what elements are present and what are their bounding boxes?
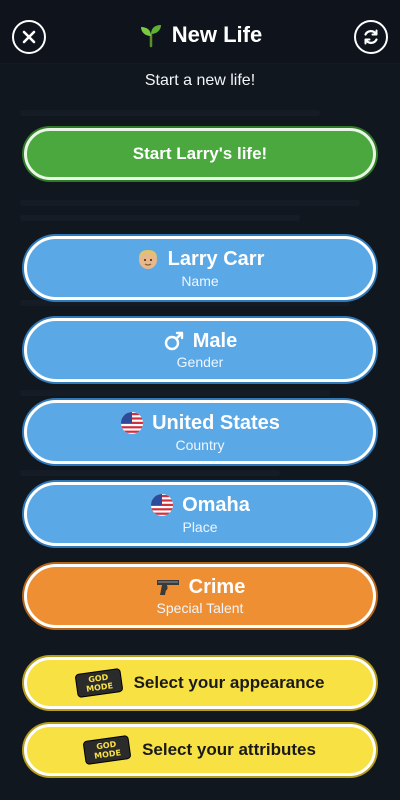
place-caption: Place <box>182 519 218 535</box>
us-flag-icon <box>150 493 174 517</box>
start-life-label: Start Larry's life! <box>132 144 268 163</box>
randomize-button[interactable] <box>354 20 388 54</box>
talent-caption: Special Talent <box>156 600 244 616</box>
place-value: Omaha <box>182 494 250 516</box>
sprout-icon <box>138 22 164 48</box>
select-appearance-label: Select your appearance <box>133 673 325 692</box>
country-caption: Country <box>175 437 225 453</box>
start-life-button[interactable]: Start Larry's life! <box>24 128 376 180</box>
special-talent-button[interactable]: Crime Special Talent <box>24 564 376 628</box>
select-appearance-button[interactable]: GOD MODE Select your appearance <box>24 657 376 709</box>
name-caption: Name <box>181 273 219 289</box>
gender-value: Male <box>192 330 238 352</box>
god-mode-badge-text: GOD MODE <box>85 672 114 694</box>
select-attributes-button[interactable]: GOD MODE Select your attributes <box>24 724 376 776</box>
pistol-icon <box>155 576 181 598</box>
god-mode-badge-icon: GOD MODE <box>82 734 132 766</box>
page-subtitle: Start a new life! <box>144 72 256 89</box>
god-mode-badge-text: GOD MODE <box>93 739 122 761</box>
select-attributes-label: Select your attributes <box>142 740 316 759</box>
god-mode-badge-icon: GOD MODE <box>74 667 124 699</box>
page-title: New Life <box>171 22 263 47</box>
country-value: United States <box>152 412 280 434</box>
gender-caption: Gender <box>176 354 224 370</box>
male-symbol-icon <box>163 330 185 352</box>
modal-header: New Life <box>0 22 400 48</box>
gender-button[interactable]: Male Gender <box>24 318 376 382</box>
place-button[interactable]: Omaha Place <box>24 482 376 546</box>
name-value: Larry Carr <box>167 248 265 270</box>
us-flag-icon <box>120 411 144 435</box>
talent-value: Crime <box>188 576 246 598</box>
refresh-icon <box>362 28 380 46</box>
name-button[interactable]: Larry Carr Name <box>24 236 376 300</box>
country-button[interactable]: United States Country <box>24 400 376 464</box>
face-icon <box>136 247 160 271</box>
